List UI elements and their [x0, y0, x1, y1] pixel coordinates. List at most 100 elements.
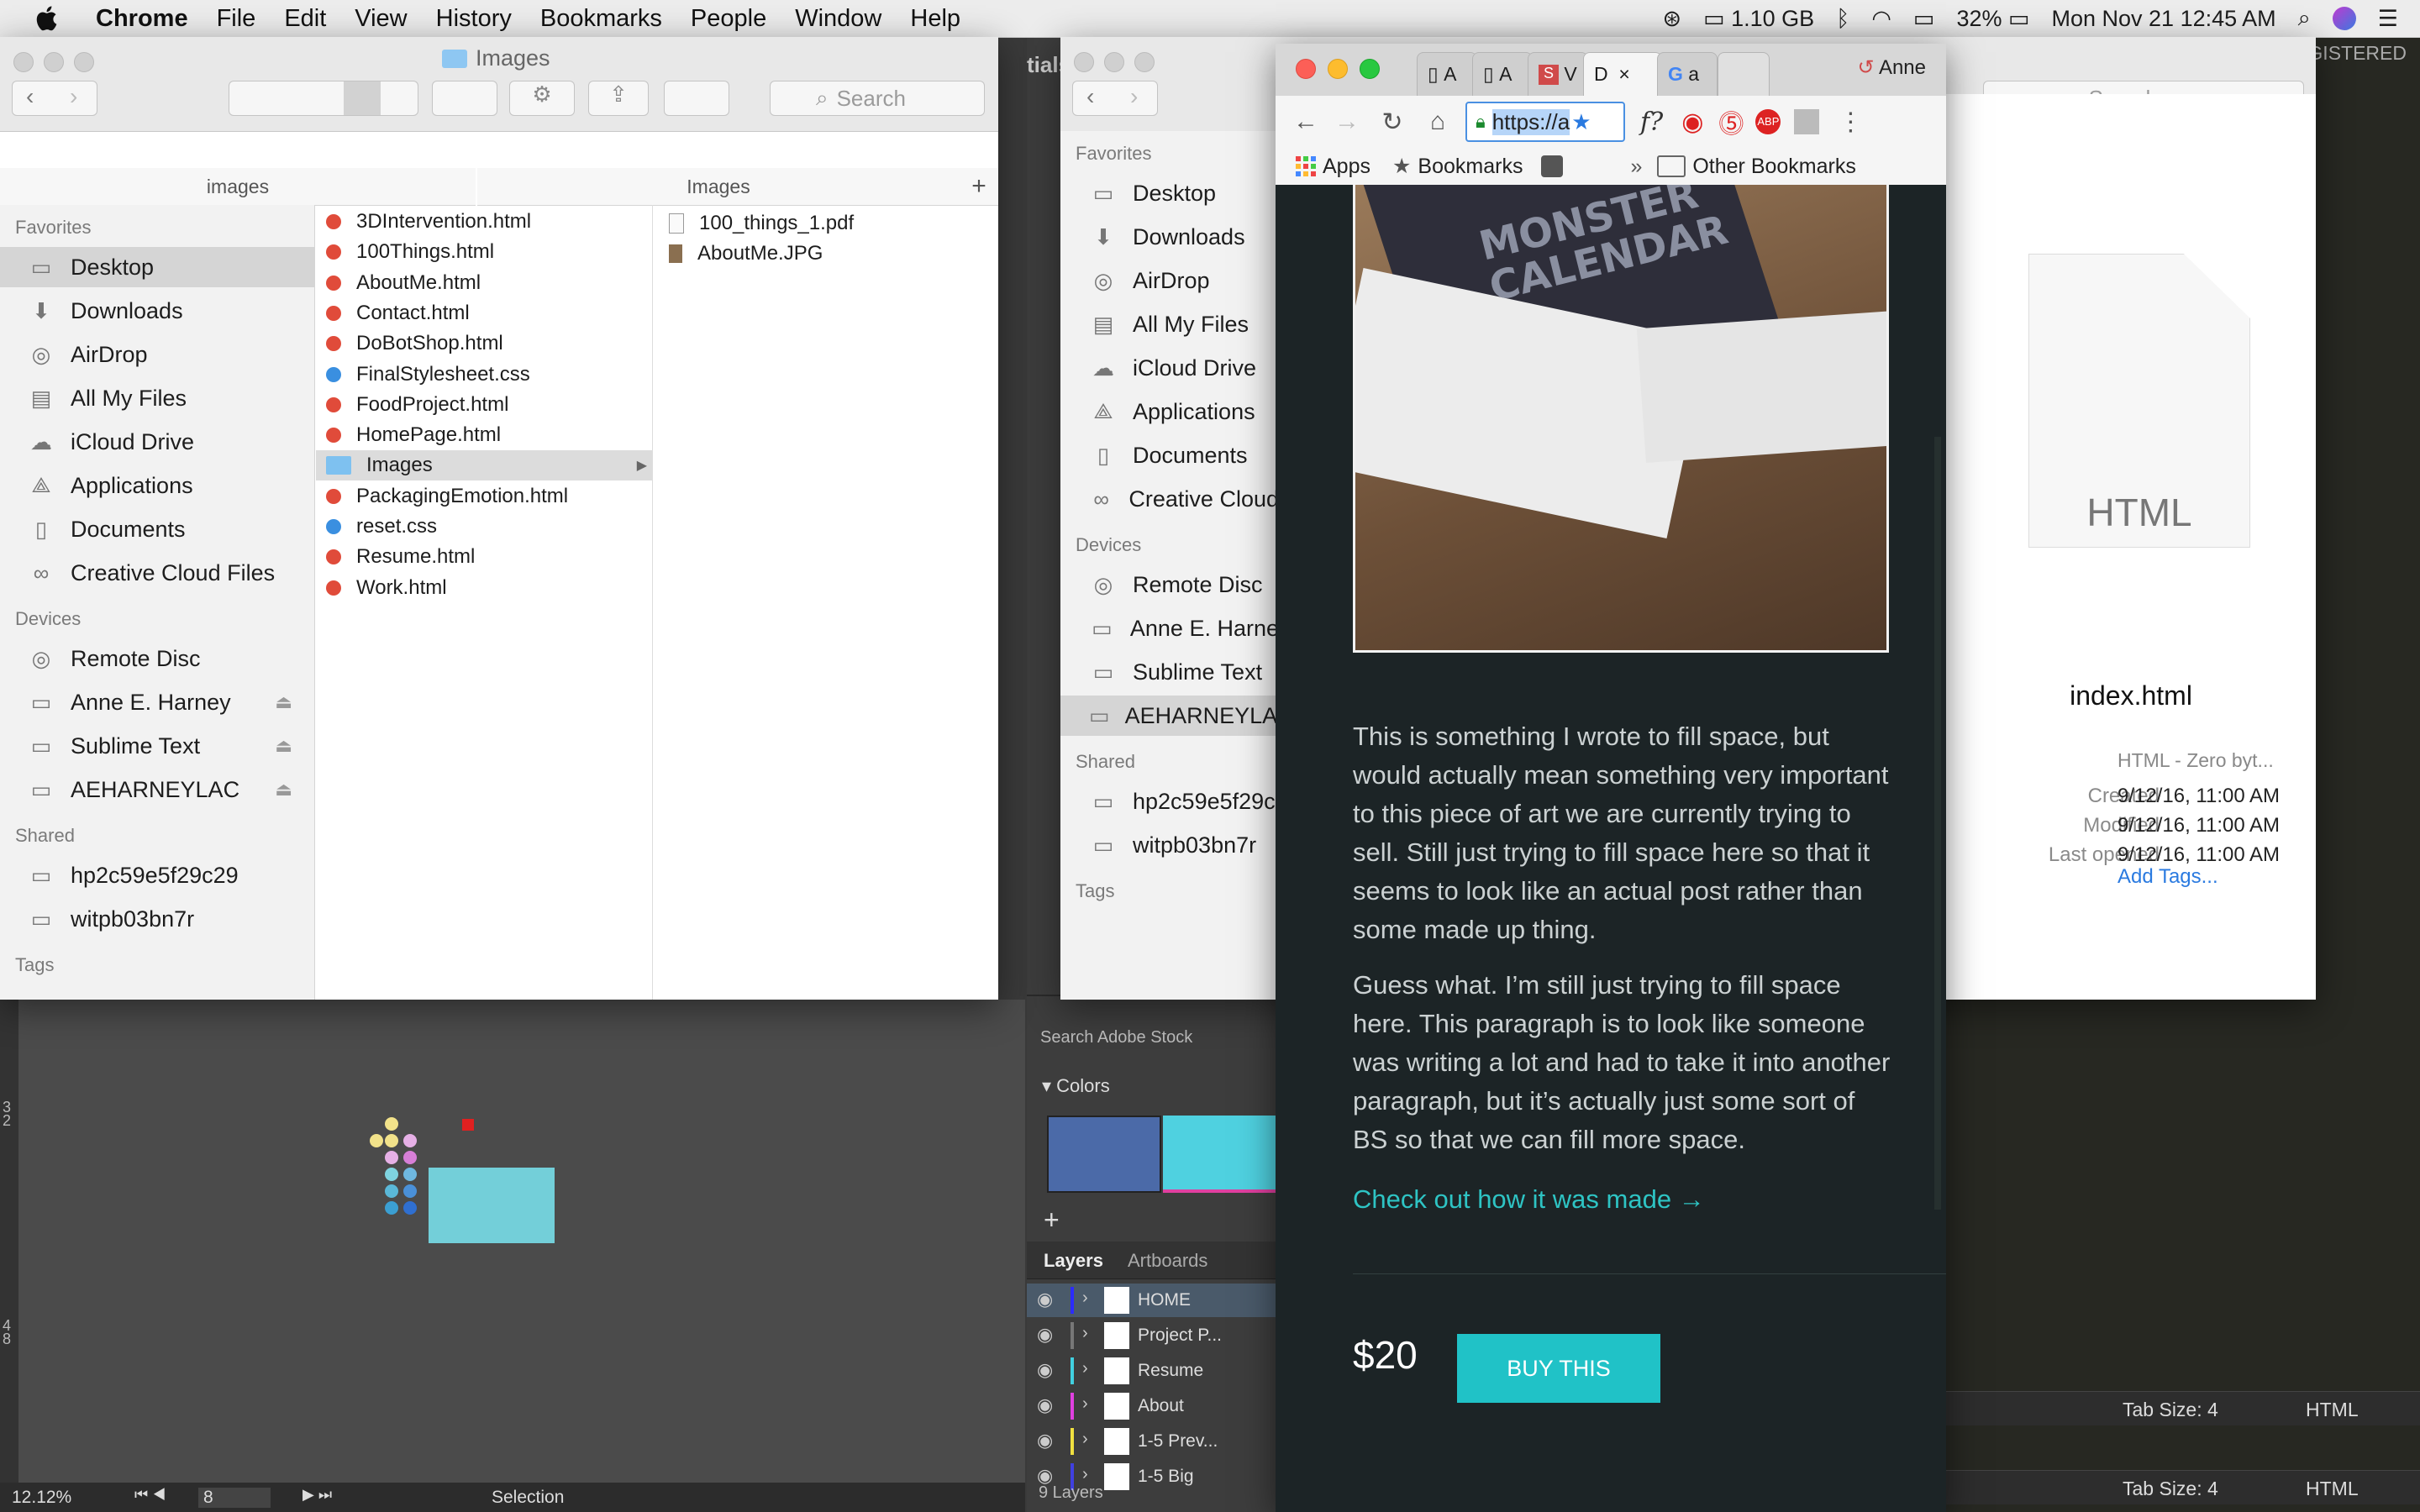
eye-icon[interactable]: ◉ [1037, 1394, 1053, 1416]
menu-file[interactable]: File [217, 5, 256, 33]
url-text[interactable]: https://a [1491, 108, 1570, 135]
tab-size-button[interactable]: Tab Size: 4 [2123, 1478, 2218, 1500]
font-extension-icon[interactable]: f? [1640, 108, 1663, 137]
layer-row[interactable]: ◉ › Resume [1027, 1354, 1279, 1388]
expand-arrow-icon[interactable]: › [1082, 1359, 1088, 1378]
menu-window[interactable]: Window [795, 5, 881, 33]
close-button[interactable] [13, 52, 34, 72]
sidebar-item[interactable]: ⬇ Downloads [1060, 217, 1279, 257]
syntax-button[interactable]: HTML [2306, 1399, 2359, 1421]
airplay-icon[interactable]: ▭ [1913, 6, 1935, 32]
eye-icon[interactable]: ◉ [1037, 1324, 1053, 1346]
column-view-icon[interactable] [344, 81, 381, 115]
add-tab-icon[interactable]: + [960, 168, 998, 206]
tab-size-button[interactable]: Tab Size: 4 [2123, 1399, 2218, 1421]
file-item[interactable]: Contact.html [316, 298, 652, 328]
bookmark-star-icon[interactable]: ★ [1571, 109, 1591, 135]
pinterest-icon[interactable]: ⓹ [1718, 103, 1744, 140]
sidebar-item[interactable]: ▭ witpb03bn7r [1060, 825, 1279, 865]
sidebar-item[interactable]: ▭ AEHARNEYLAC ⏏ [0, 769, 314, 810]
sidebar-item[interactable]: ⬇ Downloads [0, 291, 314, 331]
layer-row[interactable]: ◉ › About [1027, 1389, 1279, 1423]
more-bookmarks-icon[interactable]: » [1630, 155, 1642, 179]
tag-button[interactable] [664, 81, 729, 116]
sidebar-item[interactable]: ▭ witpb03bn7r [0, 899, 314, 939]
expand-arrow-icon[interactable]: › [1082, 1289, 1088, 1308]
menu-history[interactable]: History [436, 5, 512, 33]
buy-button[interactable]: BUY THIS [1457, 1334, 1660, 1403]
expand-arrow-icon[interactable]: › [1082, 1430, 1088, 1449]
layers-tab[interactable]: Layers [1044, 1250, 1103, 1272]
sidebar-item[interactable]: ⟁ Applications [0, 465, 314, 506]
eye-icon[interactable]: ◉ [1037, 1359, 1053, 1381]
artboard-number[interactable]: 8 [198, 1488, 271, 1508]
new-tab-button[interactable] [1718, 52, 1770, 96]
expand-arrow-icon[interactable]: › [1082, 1465, 1088, 1484]
sidebar-item[interactable]: ▭ Anne E. Harney ⏏ [0, 682, 314, 722]
menu-edit[interactable]: Edit [284, 5, 326, 33]
expand-arrow-icon[interactable]: › [1082, 1394, 1088, 1414]
layer-row[interactable]: ◉ › 1-5 Prev... [1027, 1425, 1279, 1458]
creative-cloud-icon[interactable]: ⊛ [1662, 6, 1681, 32]
back-icon[interactable]: ‹ [26, 83, 34, 110]
file-item[interactable]: 100Things.html [316, 237, 652, 267]
sidebar-item[interactable]: ◎ AirDrop [0, 334, 314, 375]
how-it-was-made-link[interactable]: Check out how it was made → [1353, 1184, 1705, 1215]
notification-center-icon[interactable]: ☰ [2378, 6, 2398, 32]
menu-view[interactable]: View [355, 5, 407, 33]
wifi-icon[interactable]: ◠ [1871, 6, 1891, 32]
artboard-nav-icons[interactable]: ⏮ ◀ [134, 1486, 166, 1504]
sidebar-item[interactable]: ▤ All My Files [1060, 304, 1279, 344]
adblock-icon[interactable]: ABP [1755, 109, 1781, 134]
browser-tab-active[interactable]: D × [1583, 52, 1662, 96]
profile-button[interactable]: ↺ Anne [1857, 55, 1926, 80]
eye-icon[interactable]: ◉ [1037, 1430, 1053, 1452]
zoom-button[interactable] [1360, 59, 1380, 79]
sidebar-item[interactable]: ◎ Remote Disc [1060, 564, 1279, 605]
close-button[interactable] [1296, 59, 1316, 79]
file-item[interactable]: Resume.html [316, 542, 652, 572]
swatch-cyan[interactable] [1163, 1116, 1281, 1193]
sidebar-item[interactable]: ▯ Documents [0, 509, 314, 549]
minimize-button[interactable] [1328, 59, 1348, 79]
spotlight-icon[interactable]: ⌕ [2298, 5, 2311, 32]
add-tags-link[interactable]: Add Tags... [2118, 865, 2218, 889]
sidebar-item[interactable]: ▭ Desktop [0, 247, 314, 287]
minimize-button[interactable] [44, 52, 64, 72]
file-item[interactable]: FinalStylesheet.css [316, 360, 652, 390]
tab-close-icon[interactable]: × [1618, 63, 1629, 86]
close-button[interactable] [1074, 52, 1094, 72]
app-menu[interactable]: Chrome [96, 5, 188, 33]
back-icon[interactable]: ← [1287, 108, 1324, 136]
menu-people[interactable]: People [691, 5, 766, 33]
other-bookmarks[interactable]: Other Bookmarks [1692, 155, 1856, 179]
extension-icon[interactable] [1794, 109, 1820, 134]
view-mode-buttons[interactable] [229, 81, 418, 116]
sidebar-item[interactable]: ◎ Remote Disc [0, 638, 314, 679]
eject-icon[interactable]: ⏏ [275, 735, 292, 757]
zoom-level[interactable]: 12.12% [12, 1488, 71, 1508]
sidebar-item[interactable]: ▭ AEHARNEYLAC [1060, 696, 1294, 736]
layer-row[interactable]: ◉ › HOME [1027, 1284, 1279, 1317]
menu-help[interactable]: Help [910, 5, 960, 33]
file-item[interactable]: HomePage.html [316, 420, 652, 450]
sidebar-item[interactable]: ▭ Desktop [1060, 173, 1279, 213]
sidebar-item[interactable]: ▭ Sublime Text ⏏ [0, 726, 314, 766]
browser-tab[interactable]: G a [1657, 52, 1718, 96]
stock-search[interactable]: Search Adobe Stock [1040, 1028, 1192, 1047]
artboard-next-icons[interactable]: ▶ ⏭ [302, 1486, 332, 1504]
swatch-blue[interactable] [1047, 1116, 1161, 1193]
zoom-button[interactable] [1134, 52, 1155, 72]
file-item[interactable]: Work.html [316, 573, 652, 603]
sidebar-item[interactable]: ∞ Creative Cloud [1060, 479, 1279, 519]
bluetooth-icon[interactable]: ᛒ [1836, 6, 1849, 32]
menu-icon[interactable]: ⋮ [1838, 108, 1863, 137]
apple-icon[interactable] [34, 4, 62, 33]
sidebar-item[interactable]: ⟁ Applications [1060, 391, 1279, 432]
file-item[interactable]: 3DIntervention.html [316, 207, 652, 237]
sidebar-item[interactable]: ▭ hp2c59e5f29c [1060, 781, 1279, 822]
file-item[interactable]: FoodProject.html [316, 390, 652, 420]
back-forward-buttons[interactable]: ‹ › [1072, 81, 1158, 116]
colors-panel-header[interactable]: ▾ Colors [1042, 1075, 1110, 1097]
forward-icon[interactable]: › [70, 83, 77, 110]
